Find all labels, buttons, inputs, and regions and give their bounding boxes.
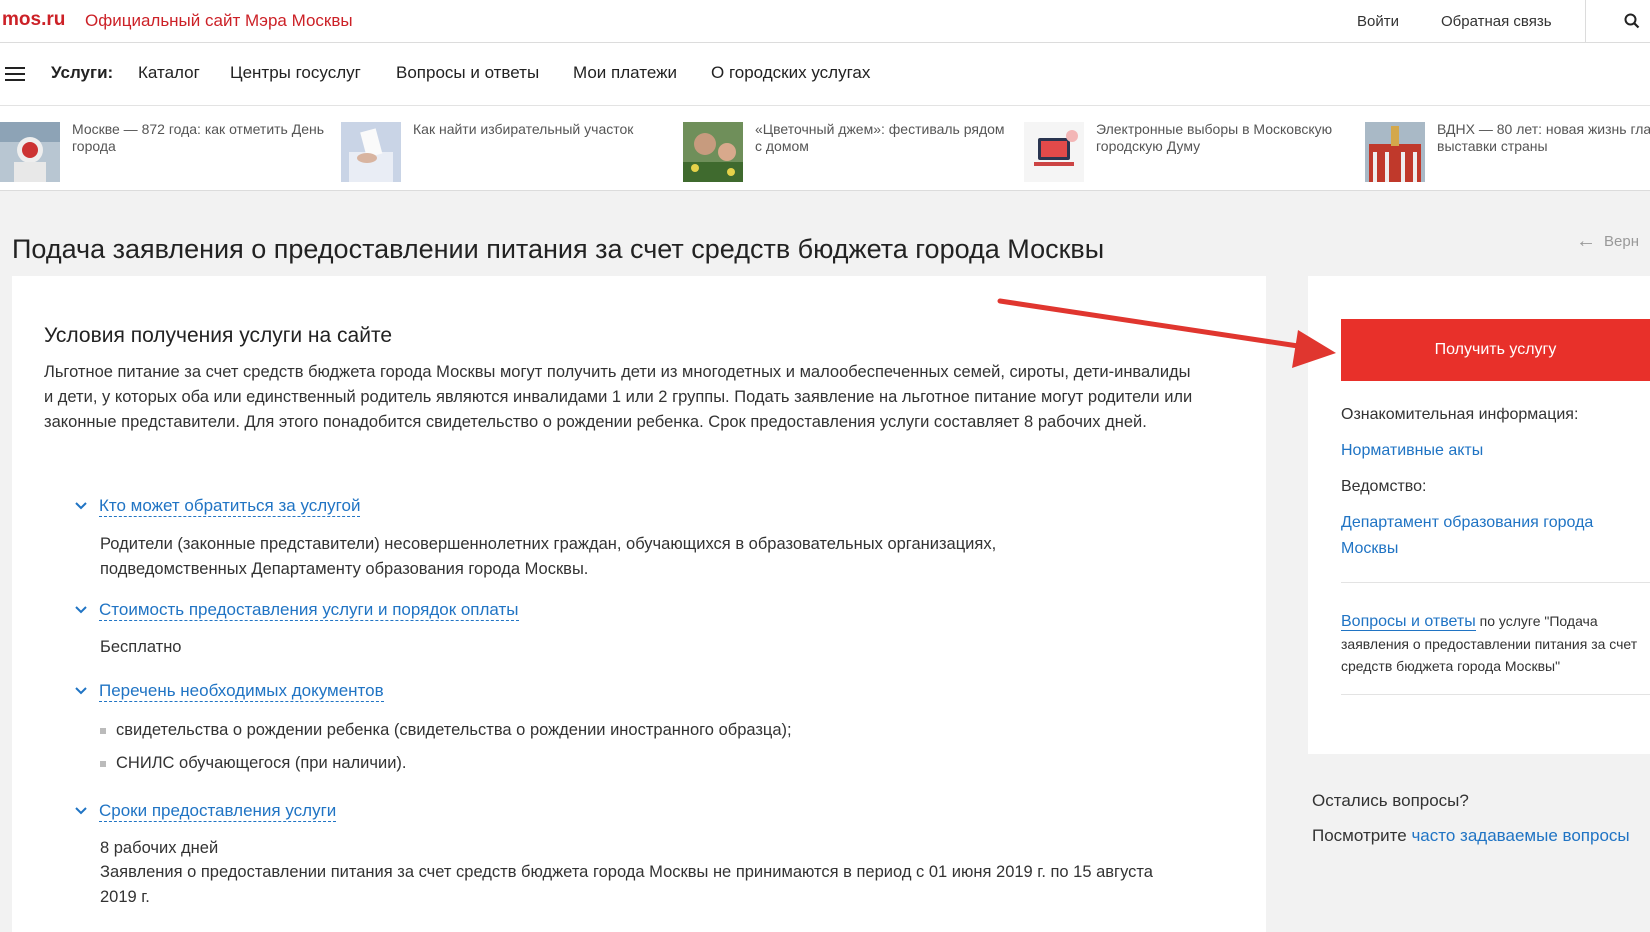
astronaut-photo	[0, 122, 60, 182]
back-link[interactable]: ← Верн	[1576, 230, 1639, 253]
news-text: Москве — 872 года: как отметить День гор…	[72, 121, 325, 154]
accordion-title[interactable]: Стоимость предоставления услуги и порядо…	[99, 600, 519, 621]
search-icon	[1624, 13, 1640, 29]
chevron-down-icon	[75, 502, 87, 510]
top-bar: mos.ru Официальный сайт Мэра Москвы Войт…	[0, 0, 1650, 43]
back-label: Верн	[1604, 233, 1639, 250]
qa-block: Вопросы и ответы по услуге "Подача заявл…	[1341, 610, 1641, 677]
service-sidebar: Получить услугу Ознакомительная информац…	[1308, 276, 1650, 754]
list-item: свидетельства о рождении ребенка (свидет…	[100, 721, 792, 740]
faq-line: Посмотрите часто задаваемые вопросы	[1312, 826, 1630, 846]
intro-text: Льготное питание за счет средств бюджета…	[44, 363, 1193, 431]
accordion-body: Родители (законные представители) несове…	[100, 535, 997, 578]
faq-link[interactable]: часто задаваемые вопросы	[1411, 826, 1629, 845]
menu-icon[interactable]	[5, 67, 25, 85]
questions-left-heading: Остались вопросы?	[1312, 791, 1469, 810]
nav-item-payments[interactable]: Мои платежи	[573, 63, 677, 83]
accordion-note: Заявления о предоставлении питания за сч…	[100, 863, 1153, 906]
nav-item-service-centers[interactable]: Центры госуслуг	[230, 63, 361, 83]
news-text: ВДНХ — 80 лет: новая жизнь главной выста…	[1437, 121, 1650, 154]
legal-acts-link[interactable]: Нормативные акты	[1341, 438, 1631, 464]
bullet-icon	[100, 760, 106, 767]
divider	[1341, 582, 1650, 583]
ballot-photo	[341, 122, 401, 182]
arrow-left-icon: ←	[1576, 230, 1596, 252]
document-name: свидетельства о рождении ребенка (свидет…	[116, 721, 792, 739]
news-item[interactable]: Электронные выборы в Московскую городску…	[1024, 114, 1354, 182]
conditions-heading: Условия получения услуги на сайте	[44, 324, 393, 347]
bullet-icon	[100, 727, 106, 734]
accordion-title[interactable]: Перечень необходимых документов	[99, 681, 384, 702]
news-text: Электронные выборы в Московскую городску…	[1096, 121, 1333, 154]
agency-label: Ведомство:	[1341, 478, 1427, 495]
info-label: Ознакомительная информация:	[1341, 406, 1579, 423]
site-title[interactable]: Официальный сайт Мэра Москвы	[85, 11, 353, 31]
login-link[interactable]: Войти	[1357, 13, 1399, 30]
news-item[interactable]: Как найти избирательный участок	[341, 114, 671, 182]
search-button[interactable]	[1585, 0, 1650, 42]
nav-label: Услуги:	[51, 63, 114, 82]
news-item[interactable]: Москве — 872 года: как отметить День гор…	[0, 114, 330, 182]
news-text: Как найти избирательный участок	[413, 121, 634, 137]
accordion-body: 8 рабочих дней	[100, 839, 219, 857]
chevron-down-icon	[75, 606, 87, 614]
nav-item-about-services[interactable]: О городских услугах	[711, 63, 870, 83]
divider	[1341, 694, 1650, 695]
flowers-photo	[683, 122, 743, 182]
chevron-down-icon	[75, 807, 87, 815]
document-name: СНИЛС обучающегося (при наличии).	[116, 754, 407, 772]
chevron-down-icon	[75, 687, 87, 695]
service-conditions-card: Условия получения услуги на сайте Льготн…	[12, 276, 1266, 932]
e-voting-illustration	[1024, 122, 1084, 182]
logo[interactable]: mos.ru	[2, 9, 65, 31]
get-service-button[interactable]: Получить услугу	[1341, 319, 1650, 381]
services-nav: Услуги: Каталог Центры госуслуг Вопросы …	[0, 43, 1650, 106]
faq-prefix: Посмотрите	[1312, 826, 1412, 845]
feedback-link[interactable]: Обратная связь	[1441, 13, 1552, 30]
accordion-body: Бесплатно	[100, 638, 182, 656]
news-text: «Цветочный джем»: фестиваль рядом с домо…	[755, 121, 1005, 154]
news-item[interactable]: ВДНХ — 80 лет: новая жизнь главной выста…	[1365, 114, 1650, 182]
vdnh-photo	[1365, 122, 1425, 182]
page-title: Подача заявления о предоставлении питани…	[12, 234, 1105, 264]
accordion-title[interactable]: Сроки предоставления услуги	[99, 801, 337, 822]
qa-link[interactable]: Вопросы и ответы	[1341, 613, 1476, 631]
accordion-title[interactable]: Кто может обратиться за услугой	[99, 496, 361, 517]
news-item[interactable]: «Цветочный джем»: фестиваль рядом с домо…	[683, 114, 1013, 182]
list-item: СНИЛС обучающегося (при наличии).	[100, 754, 407, 773]
nav-item-qa[interactable]: Вопросы и ответы	[396, 63, 539, 83]
agency-link[interactable]: Департамент образования города Москвы	[1341, 510, 1631, 562]
news-strip: Москве — 872 года: как отметить День гор…	[0, 106, 1650, 191]
nav-item-catalog[interactable]: Каталог	[138, 63, 200, 83]
